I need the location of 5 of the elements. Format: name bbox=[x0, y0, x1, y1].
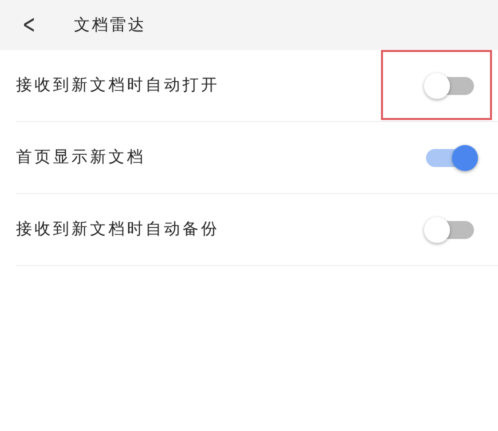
setting-label: 首页显示新文档 bbox=[16, 147, 146, 168]
back-button[interactable]: < bbox=[22, 12, 36, 38]
page-title: 文档雷达 bbox=[74, 14, 146, 36]
setting-label: 接收到新文档时自动备份 bbox=[16, 219, 220, 240]
setting-label: 接收到新文档时自动打开 bbox=[16, 75, 220, 96]
